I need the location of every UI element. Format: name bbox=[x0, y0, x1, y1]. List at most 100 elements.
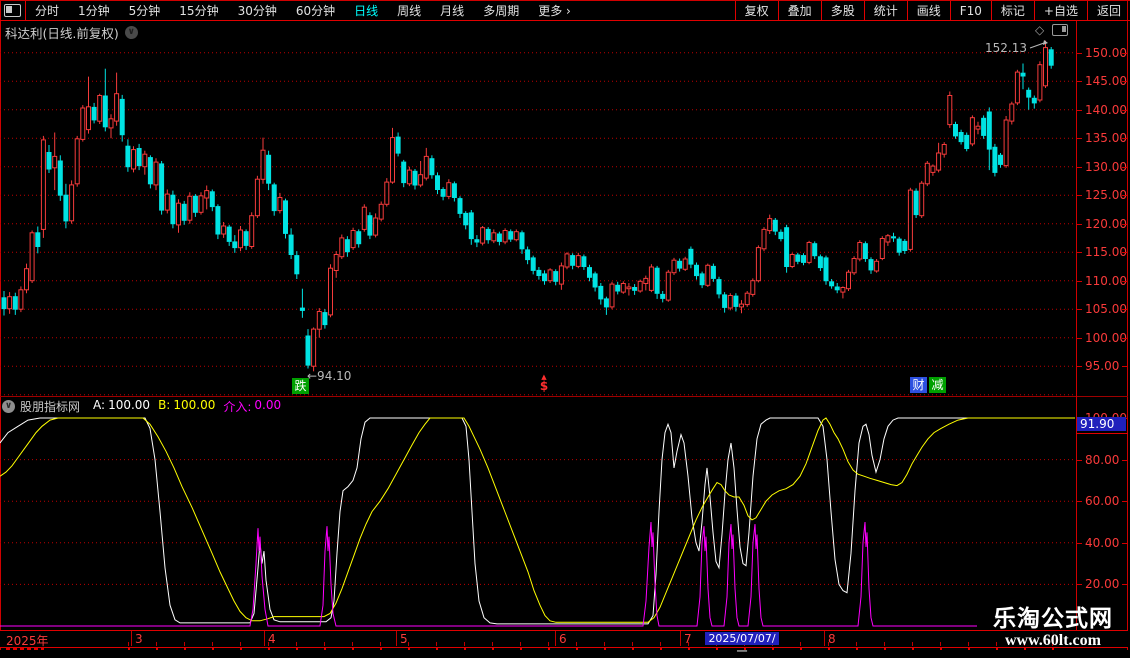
low-price-annotation: ←94.10 bbox=[307, 369, 351, 383]
price-axis-label: 100.00 bbox=[1085, 331, 1127, 345]
action-button[interactable]: 多股 bbox=[821, 1, 864, 21]
watermark-url: www.60lt.com bbox=[993, 632, 1113, 649]
axis-tick bbox=[1122, 460, 1127, 461]
window-border-right bbox=[1127, 0, 1128, 650]
period-item[interactable]: 15分钟 bbox=[179, 2, 218, 19]
axis-tick bbox=[1122, 53, 1127, 54]
axis-tick bbox=[1122, 543, 1127, 544]
period-item[interactable]: 月线 bbox=[440, 2, 464, 19]
indicator-chart[interactable] bbox=[0, 415, 1076, 629]
action-button[interactable]: 标记 bbox=[991, 1, 1034, 21]
axis-tick bbox=[1122, 501, 1127, 502]
axis-tick bbox=[1077, 195, 1082, 196]
axis-tick bbox=[1122, 224, 1127, 225]
indicator-field: A:100.00 bbox=[93, 398, 150, 415]
indicator-field: 介入:0.00 bbox=[223, 398, 281, 415]
period-item[interactable]: 30分钟 bbox=[238, 2, 277, 19]
indicator-field: B:100.00 bbox=[158, 398, 215, 415]
axis-tick bbox=[1077, 543, 1082, 544]
period-item[interactable]: 多周期 bbox=[483, 2, 519, 19]
period-item[interactable]: 1分钟 bbox=[78, 2, 110, 19]
action-button[interactable]: +自选 bbox=[1034, 1, 1087, 21]
axis-tick bbox=[1077, 53, 1082, 54]
axis-tick bbox=[1077, 501, 1082, 502]
axis-tick bbox=[1077, 281, 1082, 282]
candlestick-chart[interactable]: 152.13 ←94.10 bbox=[0, 40, 1076, 396]
indicator-line-介入 bbox=[0, 522, 977, 626]
signal-badge: 财 bbox=[910, 377, 927, 393]
axis-tick bbox=[1077, 366, 1082, 367]
axis-tick bbox=[1077, 110, 1082, 111]
period-item[interactable]: 日线 bbox=[354, 2, 378, 19]
axis-tick bbox=[1077, 81, 1082, 82]
period-menu: 分时 1分钟 5分钟 15分钟 30分钟 60分钟 日线 周线 月线 多周期 更多 › bbox=[26, 2, 571, 19]
dollar-signal-marker: ▲$ bbox=[537, 375, 551, 392]
period-item[interactable]: 更多 › bbox=[538, 2, 571, 19]
axis-tick bbox=[1077, 224, 1082, 225]
axis-tick bbox=[1122, 338, 1127, 339]
price-axis-label: 120.00 bbox=[1085, 217, 1127, 231]
axis-tick bbox=[1122, 195, 1127, 196]
axis-tick bbox=[1077, 309, 1082, 310]
axis-tick bbox=[1077, 584, 1082, 585]
indicator-line-A bbox=[0, 418, 1075, 624]
axis-tick bbox=[1077, 138, 1082, 139]
axis-tick bbox=[1122, 167, 1127, 168]
axis-tick bbox=[1077, 338, 1082, 339]
window-layout-button[interactable] bbox=[0, 1, 26, 21]
price-axis-label: 110.00 bbox=[1085, 274, 1127, 288]
price-axis-label: 95.00 bbox=[1085, 359, 1127, 373]
action-button[interactable]: F10 bbox=[950, 1, 991, 21]
top-toolbar: 分时 1分钟 5分钟 15分钟 30分钟 60分钟 日线 周线 月线 多周期 更多 › 复权叠加多股… bbox=[0, 1, 1130, 21]
price-axis-label: 145.00 bbox=[1085, 74, 1127, 88]
price-axis-label: 130.00 bbox=[1085, 160, 1127, 174]
period-item[interactable]: 5分钟 bbox=[129, 2, 161, 19]
axis-tick bbox=[1122, 81, 1127, 82]
price-axis-label: 135.00 bbox=[1085, 131, 1127, 145]
indicator-value-badge: 91.90 bbox=[1077, 417, 1126, 431]
indicator-axis-label: 40.00 bbox=[1085, 536, 1127, 550]
window-layout-icon bbox=[4, 4, 21, 17]
price-axis-label: 125.00 bbox=[1085, 188, 1127, 202]
indicator-values: A:100.00 B:100.00 介入:0.00 bbox=[85, 398, 281, 415]
action-button[interactable]: 返回 bbox=[1087, 1, 1130, 21]
action-button[interactable]: 复权 bbox=[735, 1, 778, 21]
axis-tick bbox=[1122, 138, 1127, 139]
action-button[interactable]: 画线 bbox=[907, 1, 950, 21]
diamond-icon[interactable]: ◇ bbox=[1035, 23, 1044, 37]
period-item[interactable]: 周线 bbox=[397, 2, 421, 19]
axis-tick bbox=[1077, 252, 1082, 253]
watermark: 乐淘公式网 www.60lt.com bbox=[993, 606, 1113, 649]
panel-toggle-icon[interactable] bbox=[1052, 24, 1068, 36]
price-axis-label: 105.00 bbox=[1085, 302, 1127, 316]
period-item[interactable]: 分时 bbox=[35, 2, 59, 19]
axis-border-line bbox=[1076, 21, 1077, 646]
action-button[interactable]: 叠加 bbox=[778, 1, 821, 21]
indicator-axis-label: 60.00 bbox=[1085, 494, 1127, 508]
price-axis-label: 115.00 bbox=[1085, 245, 1127, 259]
axis-tick bbox=[1077, 167, 1082, 168]
price-axis-label: 150.00 bbox=[1085, 46, 1127, 60]
selected-date-badge: 2025/07/07/一 bbox=[705, 632, 779, 645]
indicator-axis-label: 20.00 bbox=[1085, 577, 1127, 591]
chart-corner-icons: ◇ bbox=[1035, 23, 1068, 37]
axis-tick bbox=[1122, 309, 1127, 310]
date-axis-ticks bbox=[128, 642, 1076, 646]
axis-tick bbox=[1122, 281, 1127, 282]
indicator-badge-underline bbox=[1076, 433, 1128, 434]
period-item[interactable]: 60分钟 bbox=[296, 2, 335, 19]
watermark-site-name: 乐淘公式网 bbox=[993, 606, 1113, 632]
indicator-collapse-icon[interactable]: ∨ bbox=[2, 400, 15, 413]
indicator-axis-label: 80.00 bbox=[1085, 453, 1127, 467]
title-collapse-icon[interactable]: ∨ bbox=[125, 26, 138, 39]
price-axis-label: 140.00 bbox=[1085, 103, 1127, 117]
signal-badge: 减 bbox=[929, 377, 946, 393]
axis-tick bbox=[1122, 366, 1127, 367]
axis-tick bbox=[1077, 460, 1082, 461]
action-menu: 复权叠加多股统计画线F10标记+自选返回 bbox=[735, 1, 1130, 21]
high-price-annotation: 152.13 bbox=[985, 41, 1027, 55]
axis-tick bbox=[1122, 584, 1127, 585]
action-button[interactable]: 统计 bbox=[864, 1, 907, 21]
indicator-header: ∨ 股朋指标网 A:100.00B:100.00介入:0.00 bbox=[2, 398, 281, 414]
axis-tick bbox=[1122, 252, 1127, 253]
